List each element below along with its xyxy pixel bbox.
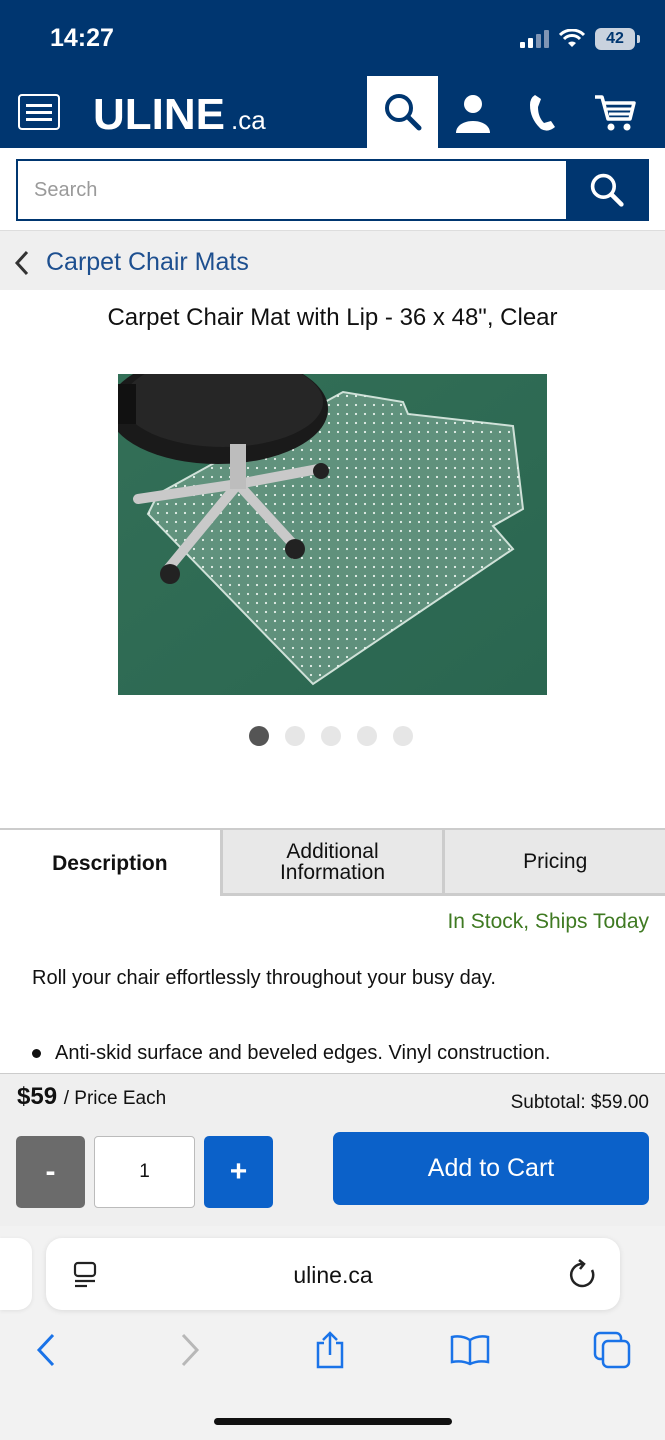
carousel-dot[interactable] (393, 726, 413, 746)
search-button[interactable] (566, 161, 647, 219)
user-icon[interactable] (448, 88, 498, 138)
address-bar[interactable]: uline.ca (46, 1238, 620, 1310)
logo-text: ULINE (93, 90, 225, 139)
search-icon (590, 173, 624, 207)
price-unit: / Price Each (63, 1088, 167, 1109)
search-icon (384, 94, 421, 131)
hamburger-menu-icon[interactable] (18, 94, 60, 130)
quantity-increase-button[interactable]: + (204, 1136, 273, 1208)
breadcrumb[interactable]: Carpet Chair Mats (14, 248, 249, 277)
tab-description[interactable]: Description (0, 830, 220, 896)
header-search-button[interactable] (367, 76, 438, 148)
reload-icon[interactable] (568, 1258, 598, 1290)
tab-label: Pricing (523, 850, 588, 873)
tab-label: Description (52, 851, 168, 875)
add-to-cart-button[interactable]: Add to Cart (333, 1132, 649, 1205)
product-description: Roll your chair effortlessly throughout … (32, 967, 496, 989)
tab-label-line2: Information (279, 860, 386, 884)
forward-icon[interactable] (170, 1330, 210, 1370)
carousel-dot[interactable] (321, 726, 341, 746)
tab-label: Additional (286, 839, 379, 863)
carousel-dot[interactable] (249, 726, 269, 746)
cart-icon[interactable] (590, 88, 640, 138)
price-value: $59 (17, 1083, 58, 1110)
status-icons: 42 (520, 28, 640, 50)
logo-suffix: .ca (231, 105, 266, 135)
subtotal: Subtotal: $59.00 (510, 1092, 649, 1113)
phone-icon[interactable] (518, 88, 568, 138)
tab-pricing[interactable]: Pricing (442, 830, 665, 896)
carousel-dot[interactable] (285, 726, 305, 746)
previous-tab-peek[interactable] (0, 1238, 32, 1310)
chevron-left-icon (14, 250, 29, 275)
home-indicator (214, 1418, 452, 1425)
quantity-decrease-button[interactable]: - (16, 1136, 85, 1208)
share-icon[interactable] (310, 1330, 350, 1370)
search-input[interactable] (18, 161, 566, 219)
product-image[interactable] (118, 374, 547, 695)
search-bar (16, 159, 649, 221)
price: $59 / Price Each (17, 1083, 166, 1111)
image-carousel-dots (249, 726, 413, 746)
back-icon[interactable] (26, 1330, 66, 1370)
bookmarks-icon[interactable] (450, 1330, 490, 1370)
feature-bullet: Anti-skid surface and beveled edges. Vin… (32, 1042, 550, 1065)
wifi-icon (559, 29, 585, 47)
url-text: uline.ca (293, 1262, 373, 1288)
bullet-dot (32, 1049, 41, 1058)
tab-additional-information[interactable]: Additional Information (219, 830, 443, 896)
feature-text: Anti-skid surface and beveled edges. Vin… (55, 1042, 551, 1064)
stock-status: In Stock, Ships Today (447, 910, 649, 933)
status-time: 14:27 (50, 24, 114, 52)
quantity-input[interactable] (94, 1136, 195, 1208)
uline-logo[interactable]: ULINE .ca (93, 90, 266, 140)
product-title: Carpet Chair Mat with Lip - 36 x 48", Cl… (107, 304, 558, 331)
product-tabs: Description Additional Information Prici… (0, 828, 665, 896)
tabs-icon[interactable] (592, 1330, 632, 1370)
breadcrumb-label: Carpet Chair Mats (46, 248, 249, 276)
battery-icon: 42 (595, 28, 640, 50)
cellular-signal-icon (520, 30, 549, 48)
carousel-dot[interactable] (357, 726, 377, 746)
